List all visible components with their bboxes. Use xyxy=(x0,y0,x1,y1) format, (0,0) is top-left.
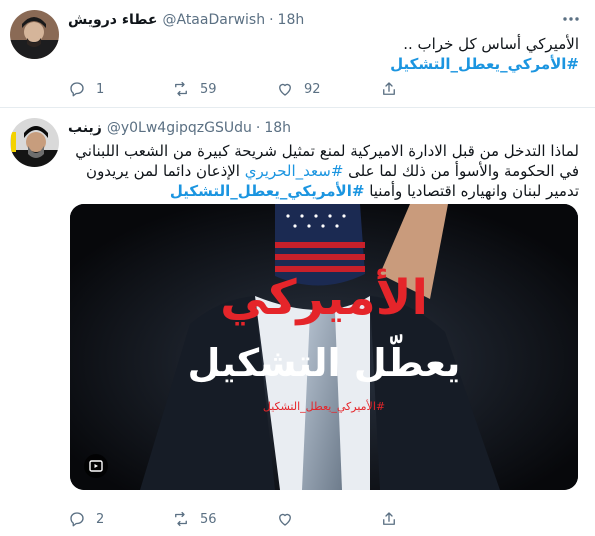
tweet-header: عطاء درويش @AtaaDarwish · 18h xyxy=(68,10,555,30)
like-count: 92 xyxy=(304,81,321,97)
tweet[interactable]: عطاء درويش @AtaaDarwish · 18h الأميركي أ… xyxy=(0,0,595,107)
media-subheadline: يعطّل التشكيل xyxy=(187,341,461,385)
retweet-icon xyxy=(175,511,187,527)
timestamp[interactable]: 18h xyxy=(278,12,305,28)
reply-count: 1 xyxy=(96,81,105,97)
media-gif[interactable]: الأميركي يعطّل التشكيل #الأميركي_يعطل_ال… xyxy=(70,204,578,490)
separator-dot: · xyxy=(255,120,261,136)
hashtag-link[interactable]: #الأمريكي_يعطل_التشكيل xyxy=(170,182,365,200)
reply-count: 2 xyxy=(96,511,105,527)
retweet-icon xyxy=(175,81,187,97)
retweet-button[interactable]: 59 xyxy=(172,79,276,99)
tweet-header: زينب @y0Lw4gipqzGSUdu · 18h xyxy=(68,118,555,138)
share-icon xyxy=(383,512,395,525)
media-hashtag: #الأميركي_يعطل_التشكيل xyxy=(262,400,386,413)
display-name[interactable]: عطاء درويش xyxy=(68,12,157,28)
reply-button[interactable]: 2 xyxy=(68,509,172,529)
tweet-actions: 2 56 xyxy=(68,509,488,529)
user-handle[interactable]: @AtaaDarwish xyxy=(162,12,265,28)
user-handle[interactable]: @y0Lw4gipqzGSUdu xyxy=(107,120,252,136)
gif-icon[interactable] xyxy=(84,454,108,478)
avatar[interactable] xyxy=(10,118,59,167)
separator-dot: · xyxy=(269,12,274,28)
hashtag-link[interactable]: #سعد_الحريري xyxy=(245,162,344,180)
tweet-text-line: الأميركي أساس كل خراب .. xyxy=(403,35,579,53)
more-icon[interactable] xyxy=(561,10,581,28)
share-button[interactable] xyxy=(380,79,484,99)
avatar[interactable] xyxy=(10,10,59,59)
timestamp[interactable]: 18h xyxy=(264,120,291,136)
reply-button[interactable]: 1 xyxy=(68,79,172,99)
heart-icon xyxy=(279,513,291,526)
reply-icon xyxy=(70,82,84,97)
media-headline: الأميركي xyxy=(220,270,428,326)
display-name[interactable]: زينب xyxy=(68,120,102,136)
heart-icon xyxy=(279,83,291,96)
tweet-text: لماذا التدخل من قبل الادارة الاميركية لم… xyxy=(68,141,579,201)
retweet-count: 56 xyxy=(200,511,217,527)
tweet-actions: 1 59 92 xyxy=(68,79,488,99)
like-button[interactable] xyxy=(276,509,380,529)
reply-icon xyxy=(70,512,84,527)
tweet-text: الأميركي أساس كل خراب .. #الأمركي_يعطل_ا… xyxy=(68,34,579,74)
share-icon xyxy=(383,82,395,95)
like-button[interactable]: 92 xyxy=(276,79,380,99)
retweet-count: 59 xyxy=(200,81,217,97)
hashtag-link[interactable]: #الأمركي_يعطل_التشكيل xyxy=(68,54,579,74)
retweet-button[interactable]: 56 xyxy=(172,509,276,529)
tweet[interactable]: زينب @y0Lw4gipqzGSUdu · 18h لماذا التدخل… xyxy=(0,108,595,536)
share-button[interactable] xyxy=(380,509,484,529)
